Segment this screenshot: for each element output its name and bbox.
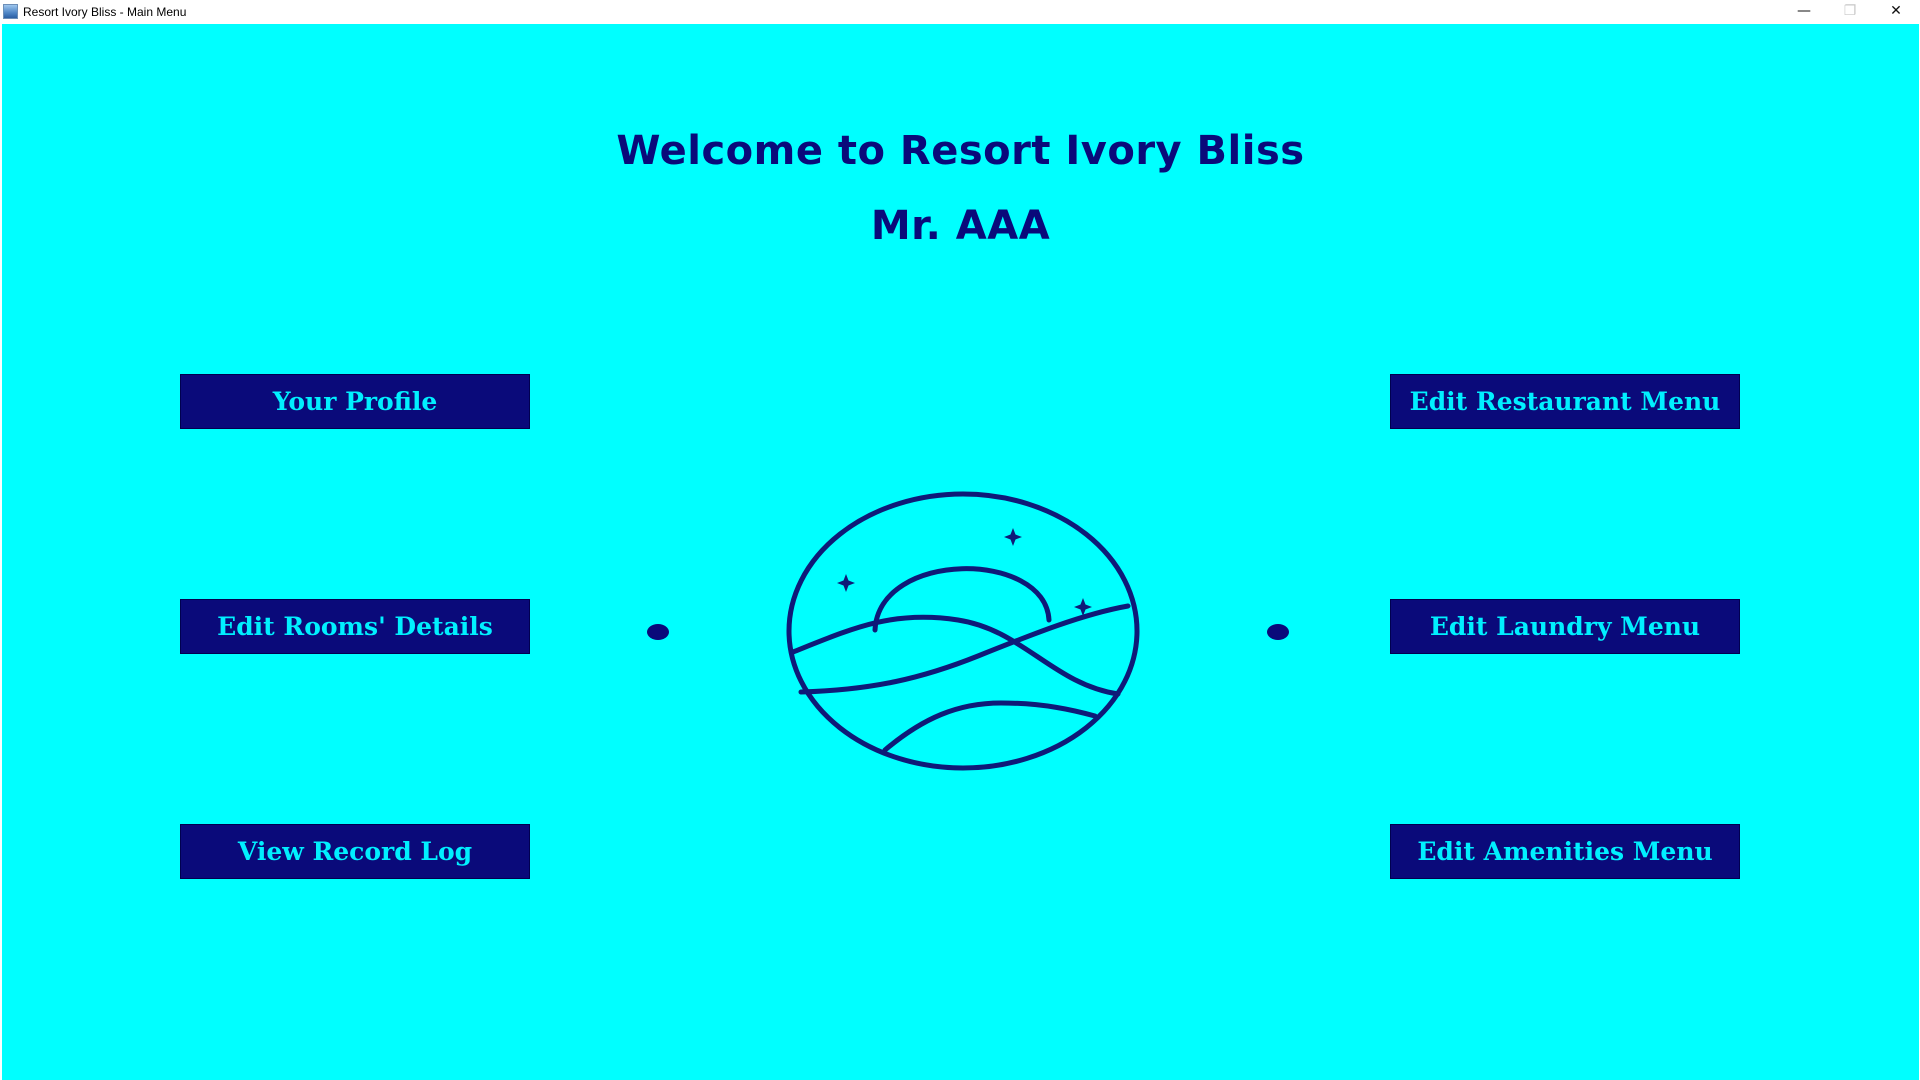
close-button[interactable]: ✕: [1873, 0, 1919, 22]
decorative-dot-left: [647, 624, 669, 640]
edge-artifact: [0, 178, 2, 204]
user-name-heading: Mr. AAA: [870, 203, 1051, 249]
edit-restaurant-menu-button[interactable]: Edit Restaurant Menu: [1390, 374, 1740, 429]
window-title: Resort Ivory Bliss - Main Menu: [23, 5, 187, 19]
minimize-button[interactable]: —: [1781, 0, 1827, 22]
edit-laundry-menu-button[interactable]: Edit Laundry Menu: [1390, 599, 1740, 654]
decorative-dot-right: [1267, 624, 1289, 640]
maximize-button[interactable]: ❐: [1827, 0, 1873, 22]
window-title-bar[interactable]: Resort Ivory Bliss - Main Menu — ❐ ✕: [0, 0, 1920, 24]
sunset-waves-logo-icon: [786, 491, 1140, 771]
edit-rooms-button[interactable]: Edit Rooms' Details: [180, 599, 530, 654]
edit-amenities-menu-button[interactable]: Edit Amenities Menu: [1390, 824, 1740, 879]
app-icon: [3, 4, 18, 19]
welcome-heading: Welcome to Resort Ivory Bliss: [616, 128, 1305, 174]
your-profile-button[interactable]: Your Profile: [180, 374, 530, 429]
view-record-log-button[interactable]: View Record Log: [180, 824, 530, 879]
edge-artifact: [0, 250, 2, 280]
